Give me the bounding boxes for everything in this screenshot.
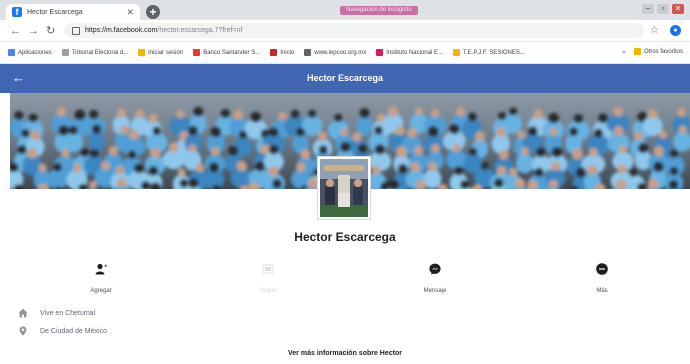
bookmark-label: Aplicaciones <box>18 49 52 56</box>
bookmark-label: www.iepcoo.org.mx <box>314 49 367 56</box>
bookmark-label: Iniciar sesión <box>148 49 184 56</box>
from-text: De Ciudad de México <box>40 327 107 335</box>
url-text: https://m.facebook.com/hector.escarcega.… <box>85 27 242 34</box>
maximize-icon[interactable]: ▫ <box>657 4 669 14</box>
bookmark-label: Inicio <box>280 49 295 56</box>
bookmarks-bar: Aplicaciones Tribunal Electoral d... Inici… <box>0 42 690 64</box>
bookmarks-overflow-icon[interactable]: » <box>622 49 626 56</box>
bookmark-label: Banco Santander S... <box>203 49 261 56</box>
lock-icon <box>72 26 80 35</box>
bookmark-item[interactable]: Banco Santander S... <box>193 49 260 56</box>
profile-name: Hector Escarcega <box>294 230 396 244</box>
profile-picture-image <box>320 159 368 217</box>
home-icon <box>18 308 28 318</box>
bookmark-favicon-icon <box>193 49 201 56</box>
browser-tab-strip: f Hector Escarcega ✕ + Navegación de inc… <box>0 0 690 20</box>
bookmark-item[interactable]: Instituto Nacional E... <box>376 49 443 56</box>
bookmark-favicon-icon <box>452 49 460 56</box>
more-label: Más <box>596 288 608 294</box>
lives-in-text: Vive en Chetumal <box>40 309 96 317</box>
bookmark-item[interactable]: Iniciar sesión <box>138 49 183 56</box>
tab-close-icon[interactable]: ✕ <box>126 7 134 18</box>
bookmark-label: Instituto Nacional E... <box>386 49 443 56</box>
tab-title: Hector Escarcega <box>27 8 83 16</box>
other-bookmarks-folder[interactable]: Otros favoritos <box>634 48 683 55</box>
message-label: Mensaje <box>423 288 447 294</box>
folder-icon <box>634 48 641 55</box>
url-host: https://m.facebook.com <box>85 27 158 34</box>
message-button[interactable]: Mensaje <box>400 262 470 294</box>
bookmark-label: T.E.P.J.F. SESIONES... <box>462 49 525 56</box>
add-friend-label: Agregar <box>90 288 112 294</box>
bookmark-star-icon[interactable]: ☆ <box>650 25 659 36</box>
bookmark-item[interactable]: T.E.P.J.F. SESIONES... <box>452 49 525 56</box>
location-pin-icon <box>19 326 27 336</box>
info-row-lives-in: Vive en Chetumal <box>18 308 95 318</box>
forward-arrow-icon[interactable]: → <box>28 24 39 38</box>
other-bookmarks-label: Otros favoritos <box>644 48 684 55</box>
bookmark-favicon-icon <box>270 49 278 56</box>
bookmark-favicon-icon <box>304 49 312 56</box>
info-row-from: De Ciudad de México <box>18 326 107 336</box>
bookmark-item[interactable]: Aplicaciones <box>8 49 52 56</box>
window-controls: – ▫ ✕ <box>642 4 684 14</box>
more-icon <box>596 263 608 275</box>
bookmark-item[interactable]: www.iepcoo.org.mx <box>304 49 366 56</box>
browser-tab[interactable]: f Hector Escarcega ✕ <box>6 4 140 20</box>
bookmark-favicon-icon <box>61 49 69 56</box>
add-friend-button[interactable]: Agregar <box>66 262 136 294</box>
bookmark-favicon-icon <box>138 49 146 56</box>
follow-icon <box>262 264 274 274</box>
messenger-icon <box>429 263 441 275</box>
minimize-icon[interactable]: – <box>642 4 654 14</box>
more-button[interactable]: Más <box>567 262 637 294</box>
profile-picture[interactable] <box>318 157 370 219</box>
profile-avatar-icon[interactable]: ● <box>670 25 681 36</box>
add-friend-icon <box>95 263 107 275</box>
facebook-favicon-icon: f <box>12 7 22 17</box>
header-title: Hector Escarcega <box>306 73 384 83</box>
bookmark-item[interactable]: Inicio <box>270 49 294 56</box>
address-bar[interactable]: https://m.facebook.com/hector.escarcega.… <box>64 23 644 38</box>
facebook-header: ← Hector Escarcega <box>0 64 690 93</box>
browser-toolbar: ← → ↻ https://m.facebook.com/hector.esca… <box>0 20 690 42</box>
follow-label: Seguir <box>259 288 277 294</box>
bookmark-favicon-icon <box>376 49 384 56</box>
bookmark-item[interactable]: Tribunal Electoral d... <box>61 49 129 56</box>
new-tab-icon[interactable]: + <box>146 5 160 19</box>
close-window-icon[interactable]: ✕ <box>672 4 684 14</box>
incognito-badge: Navegación de incógnito <box>340 6 418 15</box>
bookmark-favicon-icon <box>8 49 15 56</box>
back-arrow-icon[interactable]: ← <box>10 24 21 38</box>
see-more-info-link[interactable]: Ver más información sobre Hector <box>0 350 690 357</box>
url-path: /hector.escarcega.7?fref=nf <box>157 27 243 34</box>
reload-icon[interactable]: ↻ <box>46 24 55 38</box>
bookmark-label: Tribunal Electoral d... <box>71 49 129 56</box>
follow-button[interactable]: Seguir <box>233 262 303 294</box>
